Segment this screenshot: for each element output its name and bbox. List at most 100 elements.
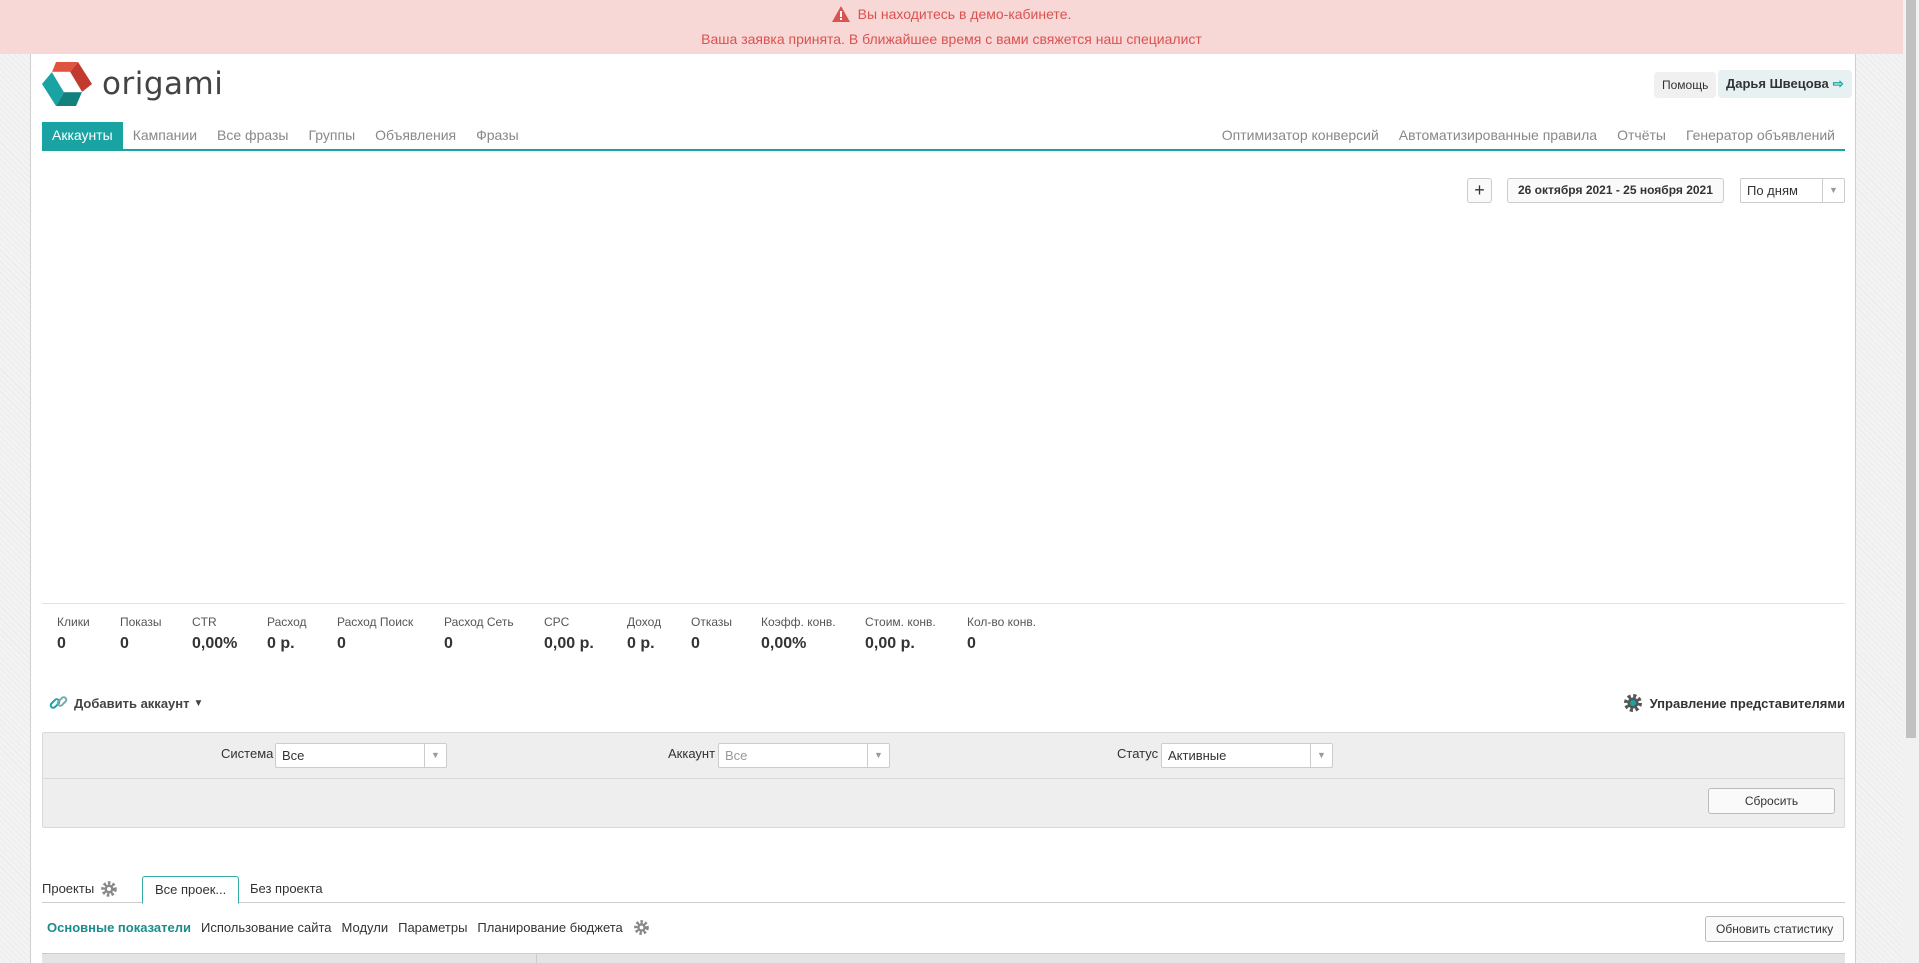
subtab-budget-planning[interactable]: Планирование бюджета — [477, 920, 622, 935]
stat-bounces: Отказы 0 — [691, 615, 761, 653]
tab-groups[interactable]: Группы — [298, 122, 365, 149]
status-select-value: Активные — [1168, 748, 1227, 763]
refresh-stats-button[interactable]: Обновить статистику — [1705, 916, 1845, 942]
stat-value: 0,00 р. — [865, 635, 915, 652]
caret-down-icon: ▼ — [193, 697, 204, 709]
tab-ad-generator[interactable]: Генератор объявлений — [1676, 122, 1845, 149]
account-select[interactable]: Все ▼ — [718, 743, 890, 768]
banner-warning-text: Вы находитесь в демо-кабинете. — [857, 6, 1072, 22]
stat-label: Показы — [120, 615, 162, 629]
stat-label: Клики — [57, 615, 90, 629]
period-select[interactable]: По дням ▼ — [1740, 178, 1845, 203]
vertical-scrollbar[interactable] — [1903, 0, 1919, 963]
stat-label: CTR — [192, 615, 217, 629]
stat-value: 0 — [444, 635, 453, 652]
filter-panel: Система Все ▼ Аккаунт Все ▼ Статус Актив… — [42, 732, 1845, 828]
chevron-down-icon: ▼ — [1310, 744, 1332, 767]
filter-divider — [43, 778, 1844, 779]
system-filter-label: Система — [221, 746, 274, 761]
tab-conversion-optimizer[interactable]: Оптимизатор конверсий — [1212, 122, 1389, 149]
system-select-value: Все — [282, 748, 305, 763]
stat-revenue: Доход 0 р. — [627, 615, 691, 653]
stat-value: 0 — [691, 635, 700, 652]
stat-label: Расход — [267, 615, 307, 629]
columns-settings-icon[interactable] — [633, 919, 650, 936]
nav-right: Оптимизатор конверсий Автоматизированные… — [1212, 122, 1845, 149]
chevron-down-icon: ▼ — [424, 744, 446, 767]
tab-phrases[interactable]: Фразы — [466, 122, 529, 149]
user-name: Дарья Швецова — [1726, 76, 1829, 91]
tab-all-phrases[interactable]: Все фразы — [207, 122, 298, 149]
stat-label: Расход Сеть — [444, 615, 514, 629]
projects-settings-icon[interactable] — [100, 880, 118, 898]
stats-subtabs: Основные показатели Использование сайта … — [47, 919, 650, 936]
subtab-main-metrics[interactable]: Основные показатели — [47, 920, 191, 935]
status-select[interactable]: Активные ▼ — [1161, 743, 1333, 768]
origami-logo[interactable]: origami — [42, 62, 223, 106]
column-separator — [536, 954, 537, 963]
help-button[interactable]: Помощь — [1654, 72, 1717, 98]
date-range-picker[interactable]: 26 октября 2021 - 25 ноября 2021 — [1507, 178, 1724, 203]
account-select-value: Все — [725, 748, 748, 763]
tab-ads[interactable]: Объявления — [365, 122, 466, 149]
chevron-down-icon: ▼ — [867, 744, 889, 767]
subtab-parameters[interactable]: Параметры — [398, 920, 467, 935]
tab-all-projects[interactable]: Все проек... — [142, 876, 240, 904]
sign-out-icon[interactable]: ⇨ — [1833, 70, 1844, 98]
subtab-modules[interactable]: Модули — [342, 920, 389, 935]
stats-divider — [42, 603, 1845, 604]
stat-clicks: Клики 0 — [57, 615, 120, 653]
stat-value: 0 — [57, 635, 66, 652]
stat-ctr: CTR 0,00% — [192, 615, 267, 653]
warning-icon — [831, 6, 850, 22]
stat-value: 0,00% — [761, 635, 807, 652]
link-icon — [49, 696, 68, 709]
stats-summary: Клики 0 Показы 0 CTR 0,00% Расход 0 р. Расхо… — [57, 615, 1047, 653]
system-select[interactable]: Все ▼ — [275, 743, 447, 768]
nav-left: Аккаунты Кампании Все фразы Группы Объяв… — [42, 122, 529, 149]
stat-value: 0,00 р. — [544, 635, 594, 652]
account-filter-label: Аккаунт — [668, 746, 716, 761]
tab-campaigns[interactable]: Кампании — [123, 122, 207, 149]
stat-cpc: CPC 0,00 р. — [544, 615, 627, 653]
stat-label: Кол-во конв. — [967, 615, 1037, 629]
banner-warning-line: Вы находитесь в демо-кабинете. — [0, 5, 1903, 23]
logo-wordmark: origami — [102, 66, 224, 102]
subtab-site-usage[interactable]: Использование сайта — [201, 920, 332, 935]
tab-automated-rules[interactable]: Автоматизированные правила — [1389, 122, 1607, 149]
projects-tabs: Проекты Все проек... Без проекта — [42, 876, 1845, 904]
tab-accounts[interactable]: Аккаунты — [42, 122, 123, 149]
demo-banner: Вы находитесь в демо-кабинете. Ваша заяв… — [0, 0, 1903, 54]
stat-value: 0 — [120, 635, 129, 652]
stat-impressions: Показы 0 — [120, 615, 192, 653]
stat-value: 0 — [967, 635, 976, 652]
stat-conversion-cost: Стоим. конв. 0,00 р. — [865, 615, 967, 653]
add-account-button[interactable]: Добавить аккаунт ▼ — [48, 692, 203, 714]
user-menu-button[interactable]: Дарья Швецова ⇨ — [1718, 70, 1852, 98]
reset-button[interactable]: Сбросить — [1708, 788, 1835, 814]
tab-no-project[interactable]: Без проекта — [238, 876, 335, 904]
banner-message: Ваша заявка принята. В ближайшее время с… — [701, 31, 1202, 47]
stat-label: Коэфф. конв. — [761, 615, 836, 629]
origami-logo-icon — [42, 62, 92, 106]
stat-label: Отказы — [691, 615, 733, 629]
status-filter-label: Статус — [1117, 746, 1159, 761]
stat-conversion-rate: Коэфф. конв. 0,00% — [761, 615, 865, 653]
stat-spend: Расход 0 р. — [267, 615, 337, 653]
scrollbar-thumb[interactable] — [1906, 0, 1916, 738]
manage-representatives-label: Управление представителями — [1649, 695, 1845, 711]
period-select-value: По дням — [1747, 183, 1798, 198]
stat-label: Стоим. конв. — [865, 615, 936, 629]
manage-representatives-button[interactable]: Управление представителями — [1622, 692, 1845, 714]
stat-label: Расход Поиск — [337, 615, 414, 629]
gear-icon — [1623, 694, 1642, 712]
add-chart-button[interactable]: + — [1467, 178, 1492, 203]
stat-spend-search: Расход Поиск 0 — [337, 615, 444, 653]
chevron-down-icon: ▼ — [1822, 179, 1844, 202]
stat-spend-network: Расход Сеть 0 — [444, 615, 544, 653]
accounts-table-header — [42, 953, 1845, 963]
tab-reports[interactable]: Отчёты — [1607, 122, 1676, 149]
stat-value: 0 р. — [627, 635, 655, 652]
stat-label: CPC — [544, 615, 570, 629]
add-account-label: Добавить аккаунт — [74, 695, 190, 711]
